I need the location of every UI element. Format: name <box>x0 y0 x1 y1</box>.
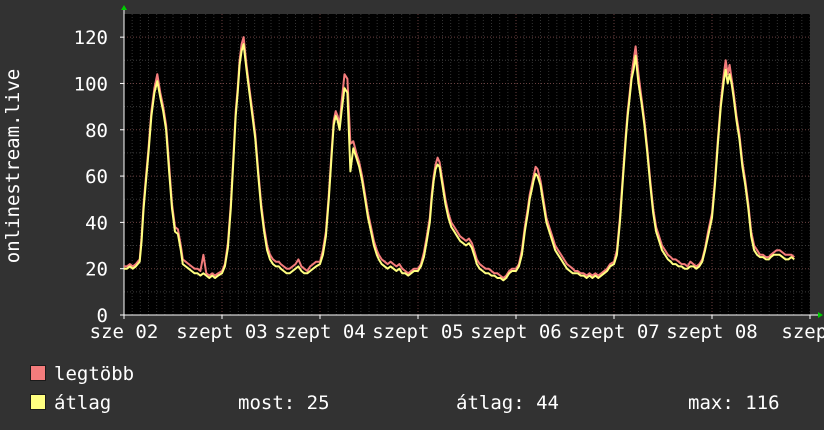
legend-max: legtöbb <box>30 362 134 386</box>
y-tick-label: 20 <box>85 259 108 281</box>
x-axis-arrow <box>818 312 823 318</box>
y-tick-label: 80 <box>85 120 108 142</box>
x-tick-label: szept 05 <box>372 321 464 343</box>
x-tick-label: sze 02 <box>90 321 159 343</box>
x-tick-label: szept 04 <box>274 321 366 343</box>
y-tick-label: 100 <box>74 73 108 95</box>
x-tick-label: szept <box>781 321 824 343</box>
x-tick-label: szept 08 <box>666 321 758 343</box>
legend-max-label: legtöbb <box>54 363 135 385</box>
stat-max: max: 116 <box>688 392 780 414</box>
x-tick-label: szept 03 <box>176 321 268 343</box>
legend-max-swatch <box>30 365 46 381</box>
stat-now: most: 25 <box>238 392 330 414</box>
y-axis-arrow <box>121 5 127 10</box>
y-axis-title: onlinestream.live <box>2 69 24 263</box>
x-tick-label: szept 06 <box>470 321 562 343</box>
y-tick-label: 40 <box>85 212 108 234</box>
legend-avg: átlag <box>30 391 111 415</box>
y-tick-label: 60 <box>85 166 108 188</box>
legend-avg-label: átlag <box>54 392 112 414</box>
x-tick-label: szept 07 <box>568 321 660 343</box>
legend-avg-swatch <box>30 394 46 410</box>
stat-average: átlag: 44 <box>456 392 559 414</box>
y-tick-label: 120 <box>74 27 108 49</box>
